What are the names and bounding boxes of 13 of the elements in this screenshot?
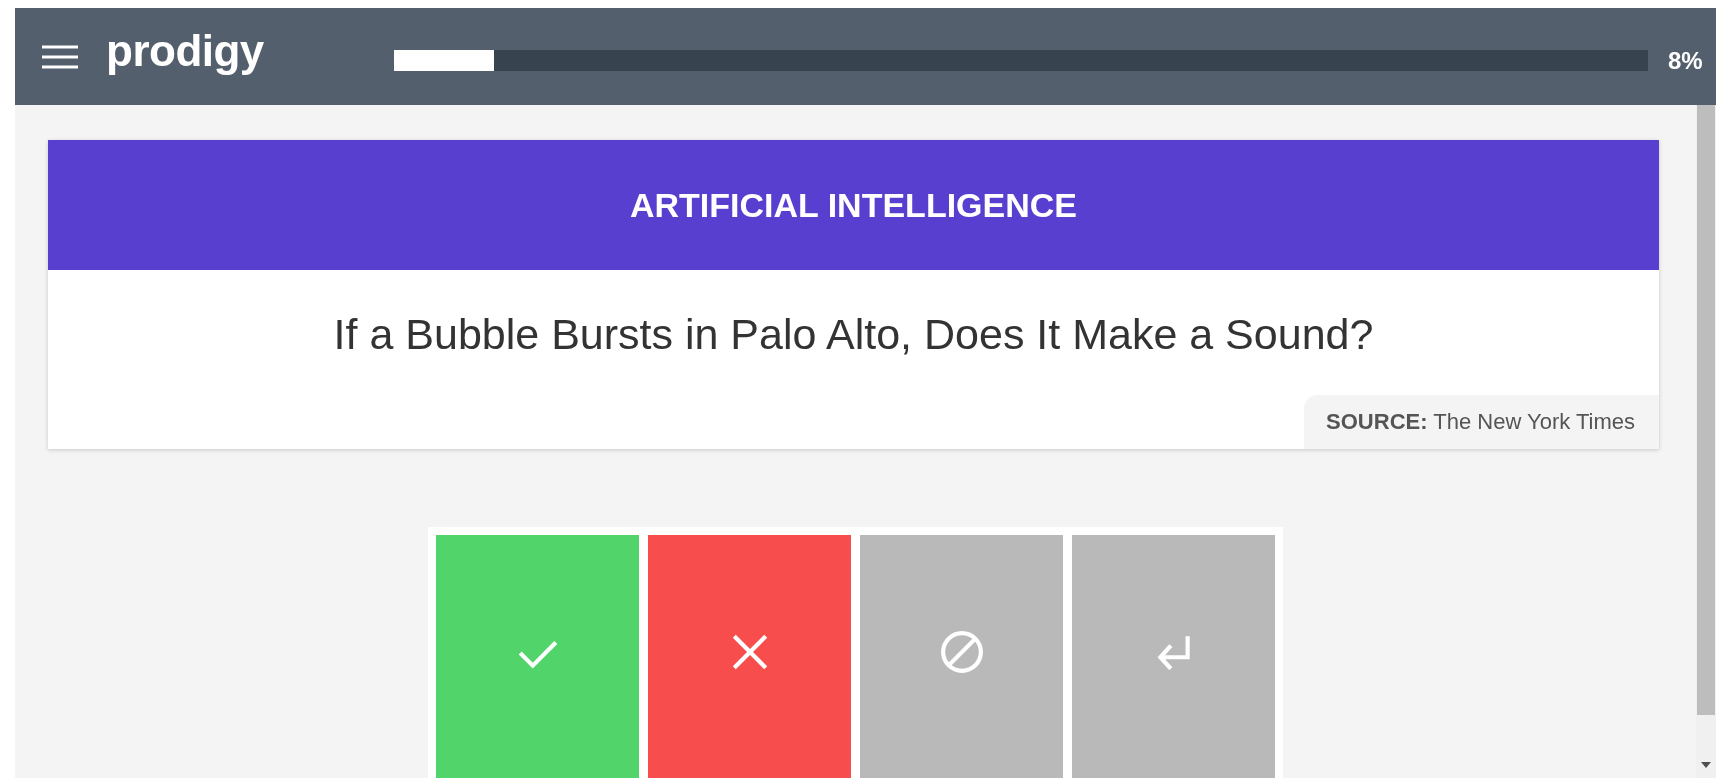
- scrollbar[interactable]: [1696, 105, 1716, 778]
- undo-button[interactable]: [1072, 535, 1275, 778]
- accept-button[interactable]: [436, 535, 639, 778]
- prohibited-icon: [939, 629, 984, 674]
- source-text: SOURCE: The New York Times: [1304, 395, 1659, 449]
- ignore-button[interactable]: [860, 535, 1063, 778]
- progress-reading: 8%: [1668, 46, 1704, 75]
- reject-button[interactable]: [648, 535, 851, 778]
- scroll-down-icon[interactable]: [1701, 762, 1711, 768]
- card-label: ARTIFICIAL INTELLIGENCE: [48, 140, 1659, 270]
- headline-text: If a Bubble Bursts in Palo Alto, Does It Make a Sound?: [332, 309, 1375, 360]
- app-logo: prodigy: [106, 25, 265, 76]
- menu-icon[interactable]: [42, 43, 78, 70]
